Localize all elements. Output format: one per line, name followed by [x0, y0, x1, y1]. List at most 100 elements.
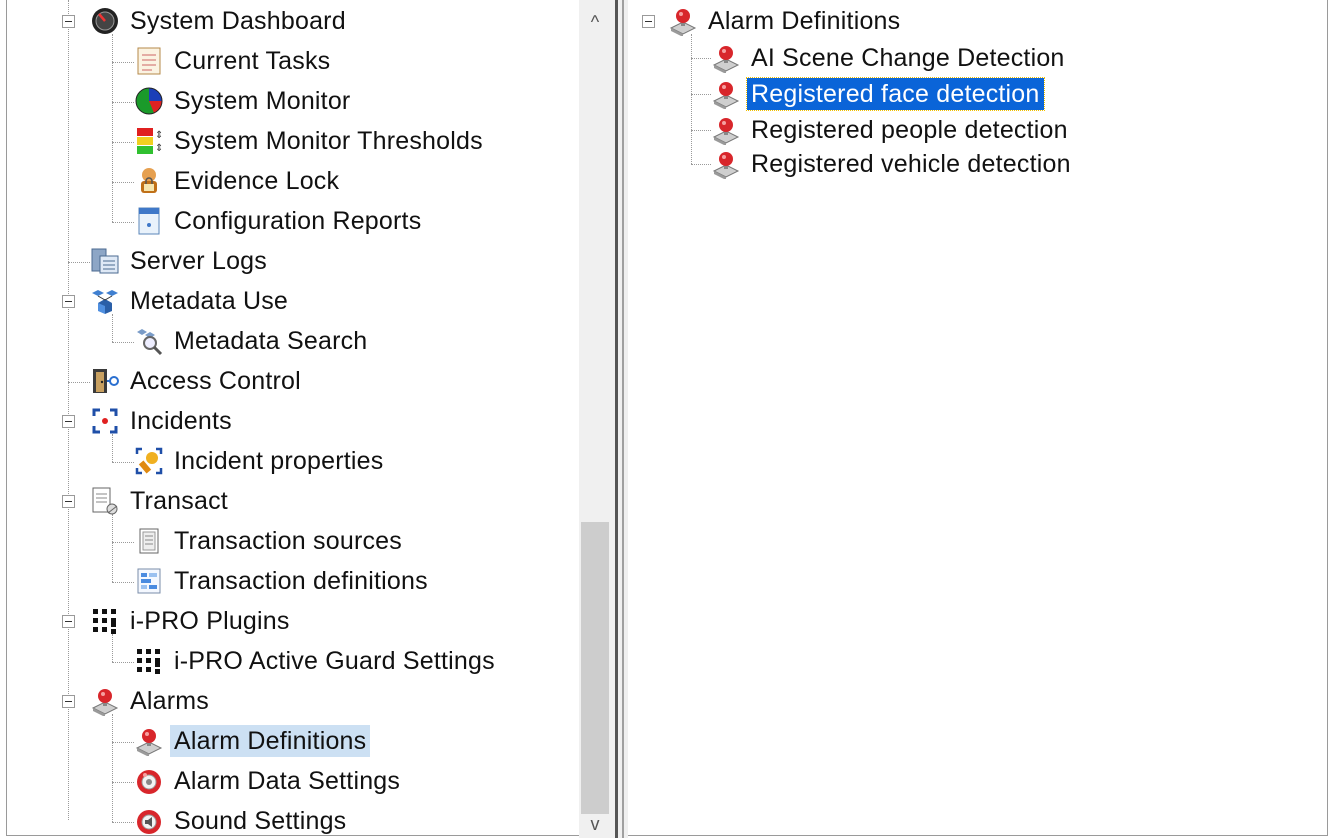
tree-item-label: Alarm Definitions	[170, 725, 371, 757]
task-list-icon	[134, 46, 164, 76]
tree-item-label: Metadata Use	[130, 287, 289, 315]
tree-item-incidents[interactable]: Incidents	[90, 403, 236, 439]
plugin-dots-icon	[90, 606, 120, 636]
tree-item-access-control[interactable]: Access Control	[90, 363, 305, 399]
tree-line	[112, 182, 134, 183]
tree-line	[112, 462, 134, 463]
alarm-icon	[711, 149, 741, 179]
tree-item-configuration-reports[interactable]: Configuration Reports	[134, 203, 425, 239]
tree-item-transaction-definitions[interactable]: Transaction definitions	[134, 563, 432, 599]
tree-item-transact[interactable]: Transact	[90, 483, 232, 519]
door-icon	[90, 366, 120, 396]
tree-item-sound-settings[interactable]: Sound Settings	[134, 803, 350, 838]
alarm-icon	[668, 6, 698, 36]
alarm-icon	[90, 686, 120, 716]
alarm-settings-icon	[134, 766, 164, 796]
plugin-dots-icon	[134, 646, 164, 676]
tree-item-label: Transaction definitions	[174, 567, 428, 595]
navigation-tree[interactable]: System Dashboard Current Tasks System Mo…	[7, 0, 579, 838]
alarm-icon	[711, 43, 741, 73]
tree-item-metadata-use[interactable]: Metadata Use	[90, 283, 292, 319]
collapse-toggle[interactable]	[62, 695, 75, 708]
transaction-sources-icon	[134, 526, 164, 556]
transaction-definitions-icon	[134, 566, 164, 596]
tree-line	[112, 822, 134, 823]
incident-icon	[90, 406, 120, 436]
tree-item-ai-scene-change-detection[interactable]: AI Scene Change Detection	[711, 40, 1069, 76]
tree-line	[691, 130, 711, 131]
gauge-icon	[90, 6, 120, 36]
tree-line	[691, 94, 711, 95]
collapse-toggle[interactable]	[62, 495, 75, 508]
tree-item-label: Alarm Definitions	[708, 7, 901, 35]
svg-text:⇕: ⇕	[155, 143, 163, 154]
tree-item-label: System Dashboard	[130, 7, 346, 35]
tree-item-label: Incidents	[130, 407, 232, 435]
tree-item-label: Transaction sources	[174, 527, 402, 555]
tree-item-registered-face-detection[interactable]: Registered face detection	[711, 76, 1045, 112]
vertical-scrollbar[interactable]: ^ v	[579, 0, 611, 838]
tree-line	[112, 742, 134, 743]
tree-item-current-tasks[interactable]: Current Tasks	[134, 43, 334, 79]
tree-item-server-logs[interactable]: Server Logs	[90, 243, 271, 279]
tree-line	[691, 164, 711, 165]
metadata-icon	[90, 286, 120, 316]
alarm-definitions-tree[interactable]: Alarm Definitions AI Scene Change Detect…	[628, 0, 1328, 838]
tree-line	[112, 142, 134, 143]
metadata-search-icon	[134, 326, 164, 356]
tree-line	[112, 714, 113, 822]
tree-line	[691, 34, 692, 164]
collapse-toggle[interactable]	[62, 295, 75, 308]
tree-line	[68, 382, 90, 383]
tree-item-alarms[interactable]: Alarms	[90, 683, 213, 719]
tree-item-transaction-sources[interactable]: Transaction sources	[134, 523, 406, 559]
tree-item-system-monitor[interactable]: System Monitor	[134, 83, 354, 119]
tree-item-label: Metadata Search	[174, 327, 368, 355]
tree-line	[691, 58, 711, 59]
tree-item-ipro-plugins[interactable]: i-PRO Plugins	[90, 603, 294, 639]
evidence-lock-icon	[134, 166, 164, 196]
tree-item-registered-vehicle-detection[interactable]: Registered vehicle detection	[711, 146, 1075, 182]
collapse-toggle[interactable]	[62, 615, 75, 628]
tree-item-alarm-definitions-root[interactable]: Alarm Definitions	[668, 3, 904, 39]
pane-splitter[interactable]	[611, 0, 628, 838]
tree-item-system-monitor-thresholds[interactable]: ⇕ ⇕ System Monitor Thresholds	[134, 123, 487, 159]
tree-item-system-dashboard[interactable]: System Dashboard	[90, 3, 350, 39]
collapse-toggle[interactable]	[62, 415, 75, 428]
tree-item-alarm-data-settings[interactable]: Alarm Data Settings	[134, 763, 404, 799]
scroll-up-button[interactable]: ^	[579, 6, 611, 38]
tree-item-label: i-PRO Active Guard Settings	[174, 647, 495, 675]
incident-properties-icon	[134, 446, 164, 476]
tree-item-registered-people-detection[interactable]: Registered people detection	[711, 112, 1072, 148]
tree-item-label: Alarms	[130, 687, 209, 715]
alarm-icon	[711, 115, 741, 145]
tree-item-incident-properties[interactable]: Incident properties	[134, 443, 387, 479]
tree-line	[112, 782, 134, 783]
tree-line	[112, 514, 113, 582]
tree-item-label: Registered vehicle detection	[751, 150, 1071, 178]
tree-item-label: i-PRO Plugins	[130, 607, 290, 635]
svg-text:⇕: ⇕	[155, 130, 163, 141]
collapse-toggle[interactable]	[642, 15, 655, 28]
tree-item-label: Evidence Lock	[174, 167, 340, 195]
scroll-down-button[interactable]: v	[579, 808, 611, 840]
tree-line	[112, 342, 134, 343]
collapse-toggle[interactable]	[62, 15, 75, 28]
thresholds-icon: ⇕ ⇕	[134, 126, 164, 156]
pie-monitor-icon	[134, 86, 164, 116]
tree-item-metadata-search[interactable]: Metadata Search	[134, 323, 371, 359]
tree-item-label: Sound Settings	[174, 807, 347, 835]
alarm-icon	[711, 79, 741, 109]
tree-item-label: Incident properties	[174, 447, 384, 475]
tree-item-ipro-active-guard-settings[interactable]: i-PRO Active Guard Settings	[134, 643, 499, 679]
scrollbar-thumb[interactable]	[581, 522, 609, 814]
alarm-icon	[134, 726, 164, 756]
tree-item-label: System Monitor Thresholds	[174, 127, 483, 155]
server-logs-icon	[90, 246, 120, 276]
tree-item-label: System Monitor	[174, 87, 351, 115]
tree-item-alarm-definitions[interactable]: Alarm Definitions	[134, 723, 371, 759]
tree-item-evidence-lock[interactable]: Evidence Lock	[134, 163, 343, 199]
tree-line	[68, 262, 90, 263]
sound-icon	[134, 806, 164, 836]
tree-item-label: Alarm Data Settings	[174, 767, 401, 795]
